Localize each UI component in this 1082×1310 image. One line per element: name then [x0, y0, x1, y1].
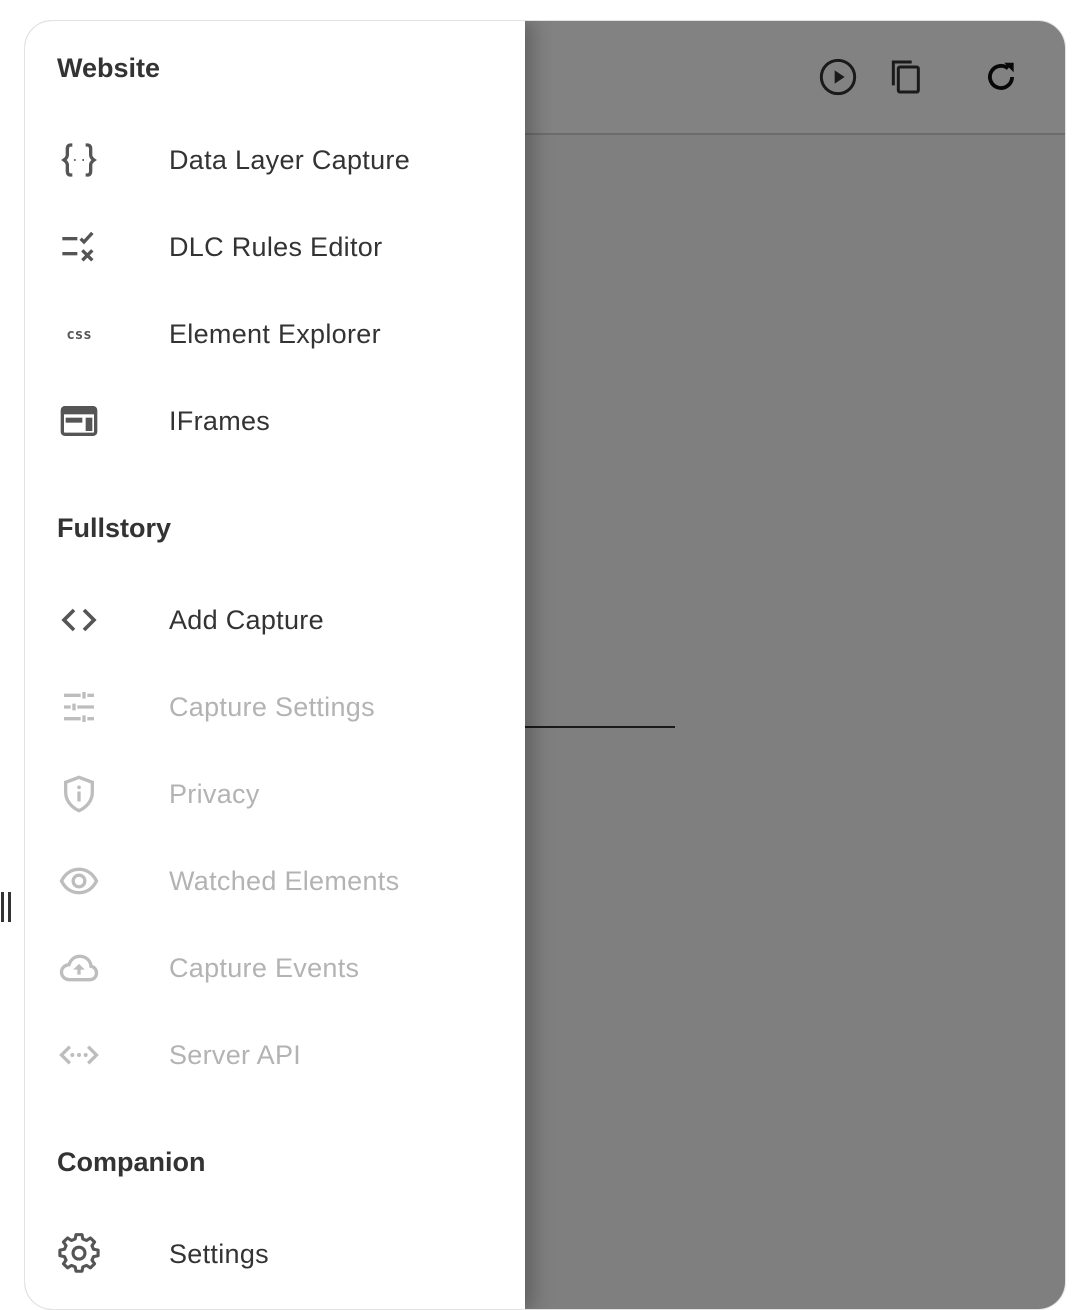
- nav-item-watched-elements: Watched Elements: [25, 846, 525, 916]
- web-layout-icon: [57, 399, 101, 443]
- nav-item-data-layer-capture[interactable]: Data Layer Capture: [25, 125, 525, 195]
- nav-item-add-capture[interactable]: Add Capture: [25, 585, 525, 655]
- gear-icon: [57, 1232, 101, 1276]
- navigation-drawer: Website Data Layer Capture DLC Rules Edi…: [25, 21, 525, 1309]
- nav-label: Data Layer Capture: [169, 144, 411, 175]
- settings-ethernet-icon: [57, 1033, 101, 1077]
- nav-label: Watched Elements: [169, 865, 400, 896]
- eye-icon: [57, 859, 101, 903]
- nav-item-privacy: Privacy: [25, 759, 525, 829]
- nav-label: Settings: [169, 1238, 269, 1269]
- rule-icon: [57, 225, 101, 269]
- nav-label: Server API: [169, 1039, 302, 1070]
- css-icon: css: [57, 312, 101, 356]
- nav-item-dlc-rules-editor[interactable]: DLC Rules Editor: [25, 212, 525, 282]
- section-title-fullstory: Fullstory: [57, 513, 172, 543]
- cloud-upload-icon: [57, 946, 101, 990]
- nav-item-capture-events: Capture Events: [25, 933, 525, 1003]
- nav-item-capture-settings: Capture Settings: [25, 672, 525, 742]
- nav-label: Capture Settings: [169, 691, 375, 722]
- nav-label: DLC Rules Editor: [169, 231, 383, 262]
- curly-braces-icon: [57, 138, 101, 182]
- tune-icon: [57, 685, 101, 729]
- resize-handle-icon[interactable]: [0, 892, 14, 922]
- section-title-website: Website: [57, 53, 161, 83]
- shield-icon: [57, 772, 101, 816]
- nav-item-server-api: Server API: [25, 1020, 525, 1090]
- nav-label: Capture Events: [169, 952, 360, 983]
- code-icon: [57, 598, 101, 642]
- nav-label: Privacy: [169, 778, 260, 809]
- svg-text:css: css: [66, 327, 91, 343]
- nav-item-element-explorer[interactable]: css Element Explorer: [25, 299, 525, 369]
- section-title-companion: Companion: [57, 1147, 206, 1177]
- nav-item-iframes[interactable]: IFrames: [25, 386, 525, 456]
- app-window: Website Data Layer Capture DLC Rules Edi…: [24, 20, 1066, 1310]
- nav-label: IFrames: [169, 405, 271, 436]
- nav-item-settings[interactable]: Settings: [25, 1219, 525, 1289]
- nav-label: Element Explorer: [169, 318, 381, 349]
- nav-label: Add Capture: [169, 604, 324, 635]
